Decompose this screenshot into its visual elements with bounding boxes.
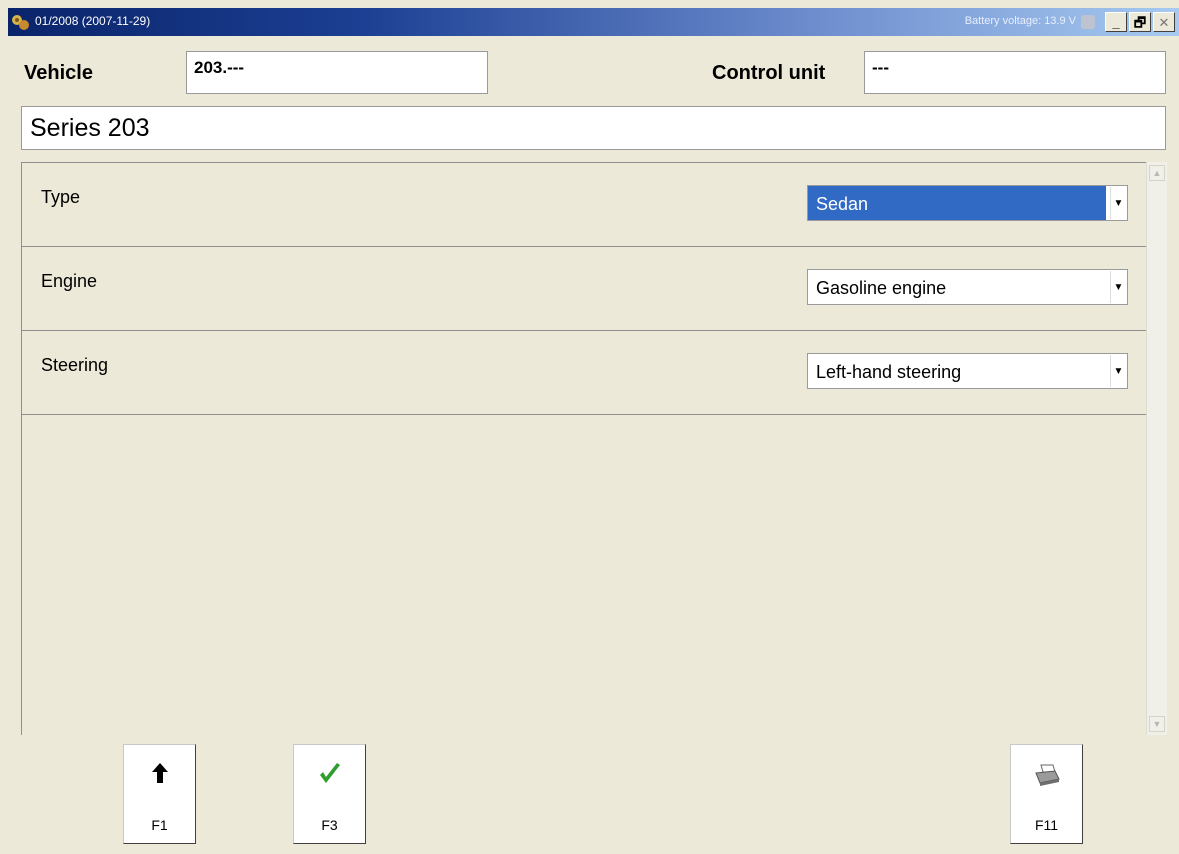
option-label-steering: Steering xyxy=(41,355,109,375)
steering-dropdown[interactable]: Left-hand steering ▼ xyxy=(807,353,1128,389)
type-value: Sedan xyxy=(816,194,869,214)
gear-icon[interactable] xyxy=(1081,15,1095,29)
title-bar[interactable]: 01/2008 (2007-11-29) Battery voltage: 13… xyxy=(8,8,1179,36)
f11-button[interactable]: F11 xyxy=(1010,744,1083,844)
vehicle-label: Vehicle xyxy=(24,62,93,84)
chevron-down-icon[interactable]: ▼ xyxy=(1110,355,1126,387)
selection-highlight: Sedan xyxy=(808,186,1106,220)
option-row-type: Type Sedan ▼ xyxy=(22,163,1147,247)
f11-label: F11 xyxy=(1034,817,1059,833)
vehicle-field[interactable]: 203.--- xyxy=(186,51,488,94)
window-title: 01/2008 (2007-11-29) xyxy=(35,14,151,28)
chevron-down-icon[interactable]: ▼ xyxy=(1110,271,1126,303)
checkmark-icon xyxy=(294,763,365,790)
option-label-engine: Engine xyxy=(41,271,98,291)
type-dropdown[interactable]: Sedan ▼ xyxy=(807,185,1128,221)
restore-button[interactable]: 🗗 xyxy=(1129,12,1151,32)
app-window: 01/2008 (2007-11-29) Battery voltage: 13… xyxy=(0,0,1179,854)
engine-dropdown[interactable]: Gasoline engine ▼ xyxy=(807,269,1128,305)
minimize-button[interactable]: _ xyxy=(1105,12,1127,32)
steering-value: Left-hand steering xyxy=(816,362,962,382)
control-unit-label: Control unit xyxy=(712,62,826,84)
f1-button[interactable]: F1 xyxy=(123,744,196,844)
battery-voltage: Battery voltage: 13.9 V xyxy=(964,15,1076,27)
series-heading: Series 203 xyxy=(21,106,1166,150)
f3-label: F3 xyxy=(321,817,338,833)
option-label-type: Type xyxy=(41,187,81,207)
options-list: Type Sedan ▼ Engine Gasoline engine ▼ St… xyxy=(21,162,1167,735)
close-button[interactable]: ✕ xyxy=(1153,12,1175,32)
f1-label: F1 xyxy=(151,817,168,833)
vertical-scrollbar[interactable]: ▲ ▼ xyxy=(1146,162,1167,735)
app-icon xyxy=(10,12,32,32)
up-arrow-icon xyxy=(124,763,195,788)
engine-value: Gasoline engine xyxy=(816,278,947,298)
scroll-up-icon[interactable]: ▲ xyxy=(1149,165,1165,181)
chevron-down-icon[interactable]: ▼ xyxy=(1110,187,1126,219)
control-unit-field[interactable]: --- xyxy=(864,51,1166,94)
option-row-steering: Steering Left-hand steering ▼ xyxy=(22,331,1147,415)
printer-icon xyxy=(1011,763,1082,792)
f3-button[interactable]: F3 xyxy=(293,744,366,844)
option-row-engine: Engine Gasoline engine ▼ xyxy=(22,247,1147,331)
scroll-down-icon[interactable]: ▼ xyxy=(1149,716,1165,732)
